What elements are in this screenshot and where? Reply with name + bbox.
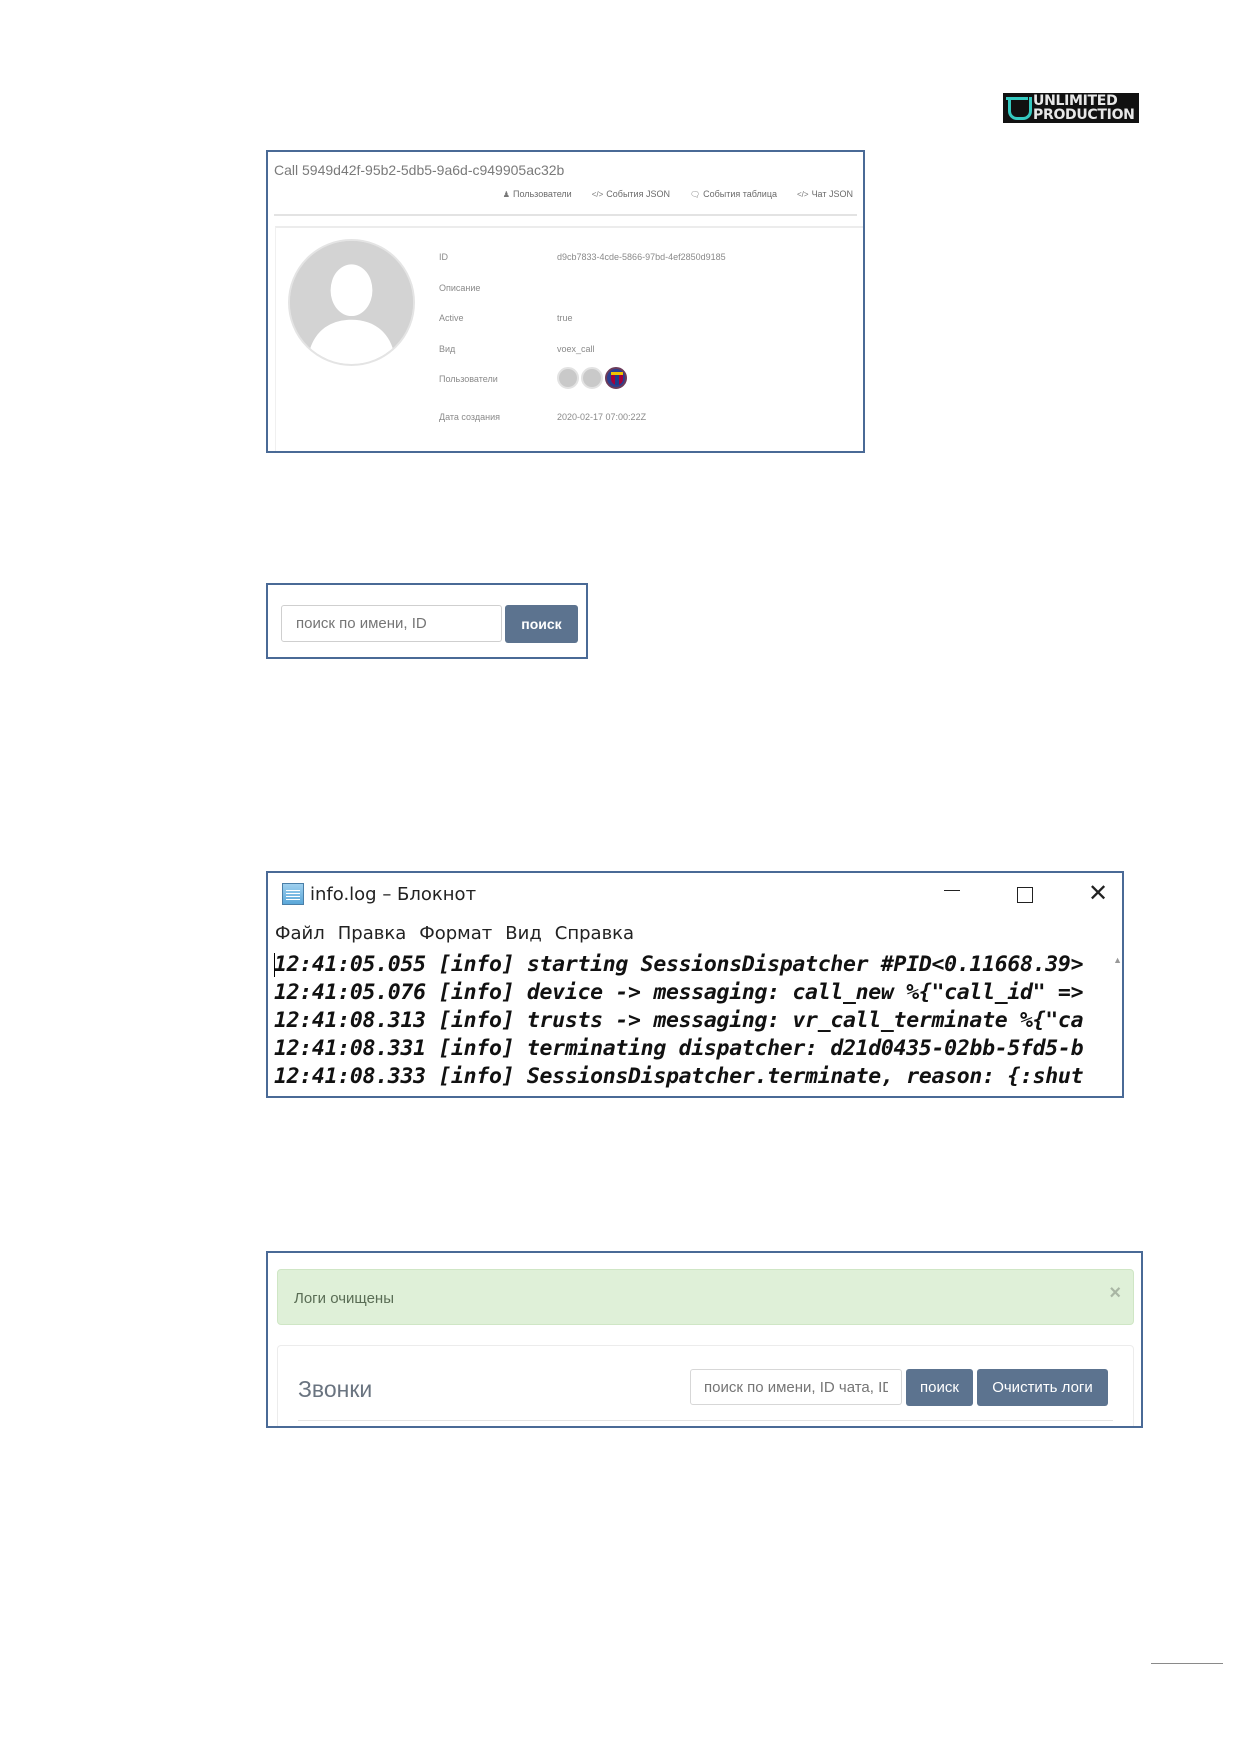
user-avatars <box>557 367 627 389</box>
logo-line-1: UNLIMITED <box>1033 93 1118 109</box>
call-card-screenshot: Call 5949d42f-95b2-5db5-9a6d-c949905ac32… <box>266 150 865 453</box>
menu-format[interactable]: Формат <box>419 923 492 944</box>
menu-bar: Файл Правка Формат Вид Справка <box>275 923 634 944</box>
tab-events-json[interactable]: </> События JSON <box>592 189 670 199</box>
logo-line-2: PRODUCTION <box>1033 107 1135 123</box>
calls-panel: Звонки поиск Очистить логи <box>277 1345 1134 1426</box>
alert-message: Логи очищены <box>294 1290 394 1307</box>
calls-search-input[interactable] <box>690 1369 902 1405</box>
logs-cleared-screenshot: Логи очищены × Звонки поиск Очистить лог… <box>266 1251 1143 1428</box>
page-number-rule <box>1151 1663 1223 1664</box>
scroll-up-arrow-icon[interactable]: ▲ <box>1113 955 1122 965</box>
menu-edit[interactable]: Правка <box>338 923 407 944</box>
log-text-area[interactable]: 12:41:05.055 [info] starting SessionsDis… <box>274 951 1114 1096</box>
clear-logs-button[interactable]: Очистить логи <box>977 1369 1108 1406</box>
call-title: Call 5949d42f-95b2-5db5-9a6d-c949905ac32… <box>274 162 565 178</box>
call-tabs: ♟ Пользователи </> События JSON 🗨 События т… <box>503 189 853 199</box>
log-line: 12:41:08.313 [info] trusts -> messaging:… <box>274 1008 1084 1033</box>
menu-help[interactable]: Справка <box>555 923 634 944</box>
log-line: 12:41:08.333 [info] SessionsDispatcher.t… <box>274 1064 1084 1089</box>
menu-view[interactable]: Вид <box>505 923 542 944</box>
logo-mark-icon <box>1005 95 1032 121</box>
window-title: info.log – Блокнот <box>282 883 476 905</box>
avatar <box>288 239 415 366</box>
code-icon: </> <box>591 189 604 199</box>
search-button[interactable]: поиск <box>505 605 578 643</box>
search-input[interactable] <box>281 605 502 642</box>
user-silhouette-icon <box>290 241 413 364</box>
success-alert: Логи очищены × <box>277 1269 1134 1325</box>
tab-chat-json[interactable]: </> Чат JSON <box>797 189 853 199</box>
divider <box>298 1420 1113 1421</box>
log-line: 12:41:08.331 [info] terminating dispatch… <box>274 1036 1084 1061</box>
maximize-button[interactable] <box>1017 887 1033 903</box>
tab-events-table[interactable]: 🗨 События таблица <box>690 189 777 199</box>
close-icon[interactable]: ✕ <box>1088 881 1108 905</box>
user-icon: ♟ <box>502 189 510 199</box>
minimize-button[interactable] <box>944 877 960 891</box>
log-line: 12:41:05.076 [info] device -> messaging:… <box>274 980 1084 1005</box>
unlimited-production-logo: UNLIMITED PRODUCTION <box>1003 93 1139 123</box>
user-avatar[interactable] <box>581 367 603 389</box>
close-icon[interactable]: × <box>1109 1282 1121 1305</box>
comments-icon: 🗨 <box>689 189 701 199</box>
user-avatar[interactable] <box>557 367 579 389</box>
text-caret <box>274 953 275 977</box>
search-screenshot: поиск <box>266 583 588 659</box>
divider <box>274 214 857 216</box>
search-button[interactable]: поиск <box>906 1369 973 1406</box>
notepad-icon <box>282 883 304 905</box>
notepad-screenshot: info.log – Блокнот ✕ Файл Правка Формат … <box>266 871 1124 1098</box>
section-title: Звонки <box>298 1376 373 1402</box>
code-icon: </> <box>796 189 809 199</box>
tab-users[interactable]: ♟ Пользователи <box>503 189 572 199</box>
user-avatar-club-crest[interactable] <box>605 367 627 389</box>
log-line: 12:41:05.055 [info] starting SessionsDis… <box>274 952 1084 977</box>
menu-file[interactable]: Файл <box>275 923 325 944</box>
